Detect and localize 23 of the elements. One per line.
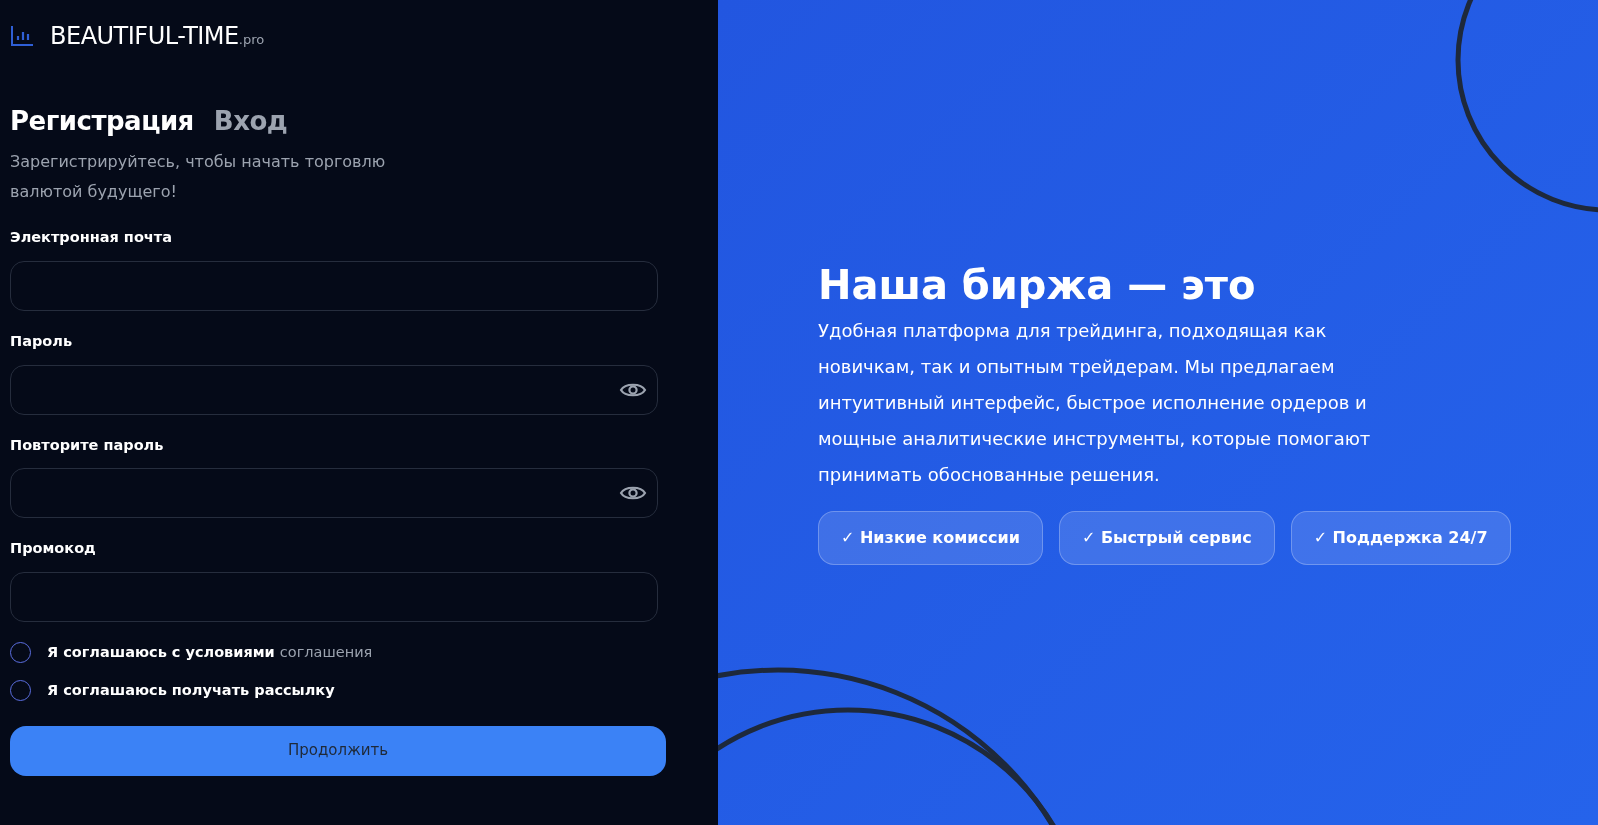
feature-badge: ✓ Быстрый сервис	[1058, 510, 1275, 565]
continue-button[interactable]: Продолжить	[10, 725, 666, 776]
field-label: Пароль	[10, 331, 74, 351]
checkbox-label: Я соглашаюсь получать рассылку	[47, 680, 335, 700]
input-field[interactable]	[10, 364, 658, 415]
logo-suffix: .pro	[238, 32, 265, 47]
agreement-link[interactable]: соглашения	[279, 644, 373, 660]
bar-chart-icon	[10, 25, 34, 47]
input-field[interactable]	[10, 572, 658, 622]
field-label: Электронная почта	[10, 228, 173, 247]
input-field[interactable]	[10, 260, 658, 311]
tab[interactable]: Вход	[213, 102, 288, 141]
subtitle: Зарегистрируйтесь, чтобы начать торговлю валютой будущего!	[10, 151, 387, 203]
promo-heading: Наша биржа — это	[818, 260, 1257, 309]
feature-badge: ✓ Низкие комиссии	[818, 510, 1043, 565]
field-label: Повторите пароль	[10, 435, 165, 455]
input-field[interactable]	[10, 468, 658, 519]
feature-badge: ✓ Поддержка 24/7	[1290, 510, 1511, 565]
tab[interactable]: Регистрация	[10, 102, 194, 141]
field-label: Промокод	[10, 539, 97, 559]
checkbox-label: Я соглашаюсь с условиями соглашения	[47, 643, 373, 662]
logo-text: BEAUTIFUL-TIME	[50, 22, 239, 50]
promo-text: Удобная платформа для трейдинга, подходящая как новичкам, так и опытным трейдерам. Мы предлагаем интуитивный интерфейс, быстрое исполнение ордеров и мощные аналитические инструменты, которые помогают принимать обоснованные решения.	[818, 318, 1372, 487]
